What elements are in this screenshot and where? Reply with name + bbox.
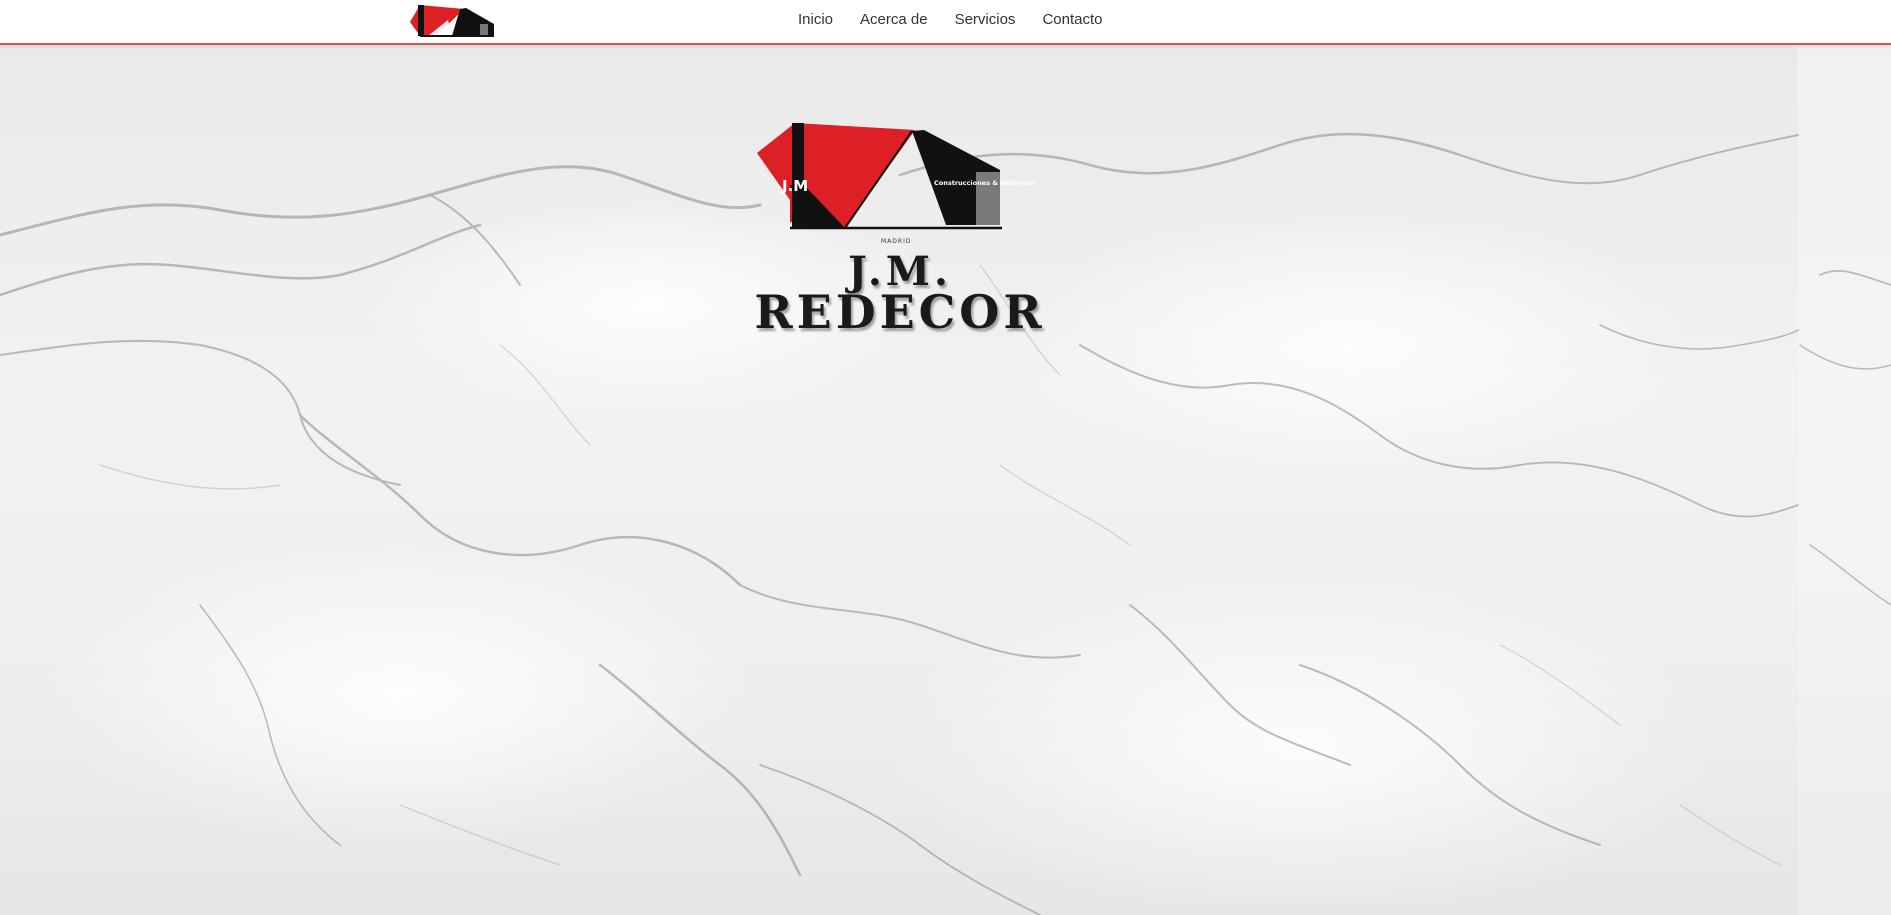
logo-location: MADRID: [881, 238, 911, 245]
nav-logo[interactable]: [408, 2, 496, 38]
nav-link-servicios[interactable]: Servicios: [955, 12, 1016, 28]
nav-menu: Inicio Acerca de Servicios Contacto: [798, 12, 1102, 28]
hero-title-line2: REDECOR: [754, 285, 1046, 339]
hero-section: J.M Construcciones & Reformas MADRID J.M…: [0, 45, 1891, 915]
nav-link-contacto[interactable]: Contacto: [1042, 12, 1102, 28]
nav-link-acerca-de[interactable]: Acerca de: [860, 12, 928, 28]
top-navbar: Inicio Acerca de Servicios Contacto: [0, 0, 1891, 45]
nav-link-inicio[interactable]: Inicio: [798, 12, 833, 28]
logo-monogram: J.M: [781, 177, 808, 195]
hero-logo: J.M Construcciones & Reformas MADRID: [757, 123, 1035, 245]
logo-tagline: Construcciones & Reformas: [934, 179, 1035, 187]
